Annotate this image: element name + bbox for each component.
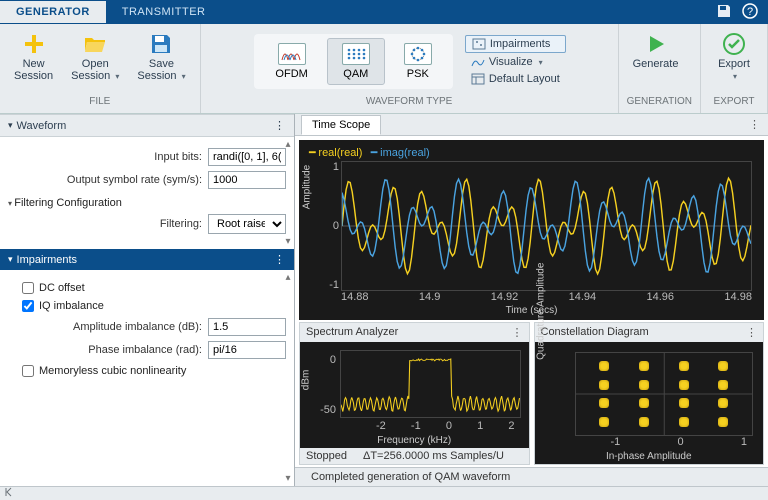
spectrum-panel-header: Spectrum Analyzer⋮	[300, 323, 529, 342]
footer-bar	[0, 486, 768, 500]
ribbon: New Session Open Session Save Session FI…	[0, 24, 768, 114]
dc-offset-checkbox[interactable]	[22, 282, 34, 294]
impairments-button[interactable]: Impairments	[465, 35, 566, 53]
panel-menu-icon[interactable]: ⋮	[274, 253, 286, 266]
memoryless-nonlinearity-checkbox[interactable]	[22, 365, 34, 377]
qam-icon	[342, 43, 370, 65]
input-bits-field[interactable]	[208, 148, 286, 166]
collapse-icon[interactable]	[4, 487, 14, 500]
filtering-config-header[interactable]: Filtering Configuration	[8, 197, 286, 209]
panel-menu-icon[interactable]: ⋮	[274, 119, 286, 132]
svg-text:?: ?	[747, 6, 753, 18]
impairments-icon	[472, 38, 486, 50]
waveform-panel: ▴ Input bits: Output symbol rate (sym/s)…	[0, 137, 294, 249]
open-session-button[interactable]: Open Session	[65, 28, 125, 94]
waveform-psk-button[interactable]: PSK	[389, 38, 447, 85]
waveform-ofdm-button[interactable]: OFDM	[260, 38, 322, 85]
panel-menu-icon[interactable]: ⋮	[512, 326, 523, 339]
tab-generator[interactable]: GENERATOR	[0, 1, 106, 23]
constellation-panel-header: Constellation Diagram⋮	[535, 323, 764, 342]
ofdm-icon	[278, 43, 306, 65]
save-icon[interactable]	[716, 3, 732, 22]
filtering-label: Filtering:	[160, 218, 202, 230]
group-label-export: EXPORT	[709, 94, 759, 109]
generate-button[interactable]: Generate	[627, 28, 685, 94]
phase-imbalance-label: Phase imbalance (rad):	[88, 344, 202, 356]
save-disk-icon	[148, 32, 174, 56]
play-icon	[643, 32, 669, 56]
time-scope-tab[interactable]: Time Scope	[301, 115, 381, 135]
group-label-generation: GENERATION	[627, 94, 692, 109]
phase-imbalance-field[interactable]	[208, 341, 286, 359]
scope-tabbar: Time Scope ⋮	[295, 114, 768, 136]
spectrum-status: StoppedΔT=256.0000 ms Samples/U	[300, 448, 529, 464]
export-button[interactable]: Export	[709, 28, 759, 94]
scroll-up-icon[interactable]: ▴	[282, 272, 294, 283]
waveform-panel-header[interactable]: ▾Waveform⋮	[0, 114, 294, 137]
iq-imbalance-checkbox[interactable]	[22, 300, 34, 312]
impairments-panel: ▴ DC offset IQ imbalance Amplitude imbal…	[0, 270, 294, 486]
filtering-select[interactable]: Root raised …	[208, 214, 286, 234]
amp-imbalance-field[interactable]	[208, 318, 286, 336]
panel-menu-icon[interactable]: ⋮	[746, 326, 757, 339]
save-session-button[interactable]: Save Session	[131, 28, 191, 94]
waveform-qam-button[interactable]: QAM	[327, 38, 385, 85]
check-icon	[721, 32, 747, 56]
folder-open-icon	[82, 32, 108, 56]
tab-transmitter[interactable]: TRANSMITTER	[106, 1, 222, 23]
plus-icon	[21, 32, 47, 56]
spectrum-plot: dBm 0-50 -2-1012 Frequency (kHz)	[300, 342, 529, 448]
scroll-down-icon[interactable]: ▾	[282, 236, 294, 247]
layout-icon	[471, 73, 485, 85]
visualize-button[interactable]: Visualize	[465, 54, 566, 70]
group-label-file: FILE	[8, 94, 192, 109]
symbol-rate-field[interactable]	[208, 171, 286, 189]
time-scope-plot: ━ real(real) ━ imag(real) Amplitude 10-1…	[299, 140, 764, 320]
help-icon[interactable]: ?	[742, 3, 758, 22]
visualize-icon	[471, 56, 485, 68]
symbol-rate-label: Output symbol rate (sym/s):	[67, 174, 202, 186]
amp-imbalance-label: Amplitude imbalance (dB):	[73, 321, 202, 333]
waveform-type-group: OFDM QAM PSK	[254, 34, 452, 89]
scroll-up-icon[interactable]: ▴	[282, 139, 294, 150]
scroll-down-icon[interactable]: ▾	[282, 473, 294, 484]
input-bits-label: Input bits:	[154, 151, 202, 163]
new-session-button[interactable]: New Session	[8, 28, 59, 94]
panel-menu-icon[interactable]: ⋮	[741, 118, 768, 131]
constellation-plot: Quadrature Amplitude -101 In-phase Ampli…	[535, 342, 764, 464]
status-bar: Completed generation of QAM waveform	[295, 467, 768, 486]
group-label-waveform: WAVEFORM TYPE	[209, 94, 610, 109]
app-tabbar: GENERATOR TRANSMITTER ?	[0, 0, 768, 24]
default-layout-button[interactable]: Default Layout	[465, 71, 566, 87]
psk-icon	[404, 43, 432, 65]
impairments-panel-header[interactable]: ▾Impairments⋮	[0, 249, 294, 270]
